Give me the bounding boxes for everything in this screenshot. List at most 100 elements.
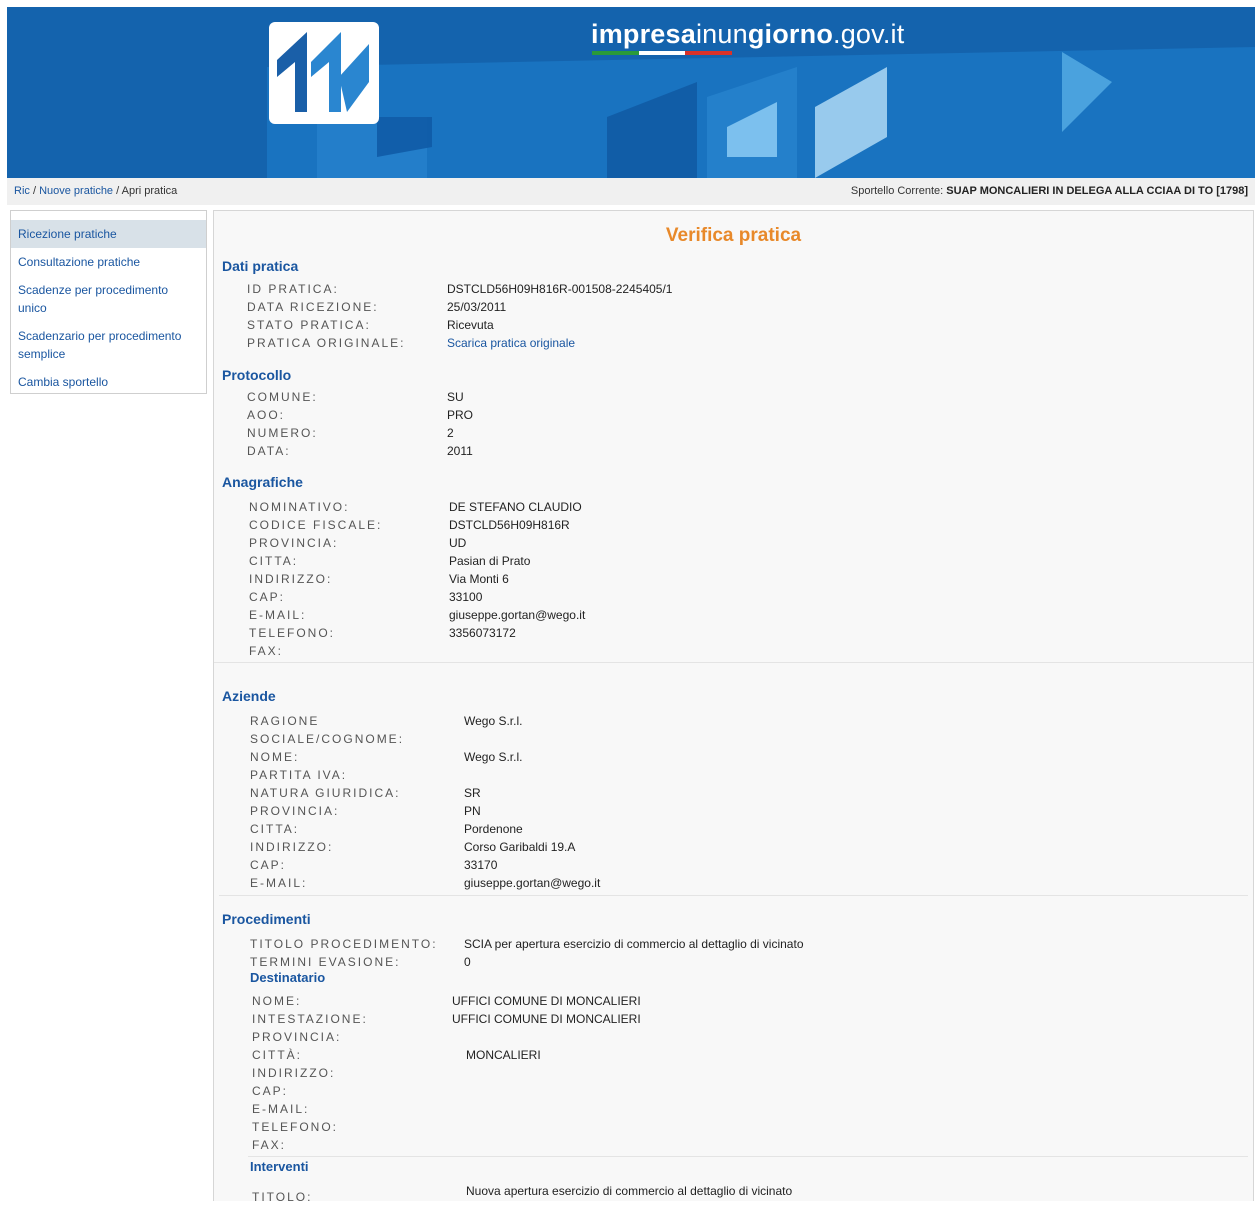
logo bbox=[269, 22, 379, 124]
section-aziende-heading: Aziende bbox=[222, 688, 276, 704]
field-label: CAP: bbox=[250, 858, 287, 872]
field-value: 33170 bbox=[464, 858, 498, 872]
field-label: E-MAIL: bbox=[250, 876, 308, 890]
sportello-corrente: Sportello Corrente: SUAP MONCALIERI IN D… bbox=[851, 178, 1248, 205]
field-label: COMUNE: bbox=[247, 390, 318, 404]
field-value: DSTCLD56H09H816R bbox=[449, 518, 570, 532]
field-label: AOO: bbox=[247, 408, 286, 422]
scarica-pratica-originale-link[interactable]: Scarica pratica originale bbox=[447, 336, 575, 350]
field-value: 2011 bbox=[447, 444, 473, 458]
sportello-label: Sportello Corrente: bbox=[850, 185, 947, 197]
field-value: UD bbox=[449, 536, 467, 550]
field-label: CITTA: bbox=[249, 554, 299, 568]
field-label: INDIRIZZO: bbox=[249, 572, 333, 586]
breadcrumb-ric[interactable]: Ric bbox=[14, 185, 30, 197]
field-label: INTESTAZIONE: bbox=[252, 1012, 368, 1026]
field-label: CAP: bbox=[252, 1084, 289, 1098]
sidebar-item-consultazione-pratiche[interactable]: Consultazione pratiche bbox=[11, 248, 206, 276]
breadcrumb-nuove-pratiche[interactable]: Nuove pratiche bbox=[39, 185, 113, 197]
field-label: E-MAIL: bbox=[249, 608, 307, 622]
sub-bar: Ric / Nuove pratiche / Apri pratica Spor… bbox=[7, 178, 1255, 205]
field-value: Pordenone bbox=[464, 822, 523, 836]
field-label: SOCIALE/COGNOME: bbox=[250, 732, 405, 746]
divider bbox=[214, 662, 1253, 663]
field-label: DATA: bbox=[247, 444, 291, 458]
field-value: PN bbox=[464, 804, 481, 818]
field-label: PROVINCIA: bbox=[250, 804, 340, 818]
subsection-interventi-heading: Interventi bbox=[250, 1159, 309, 1174]
field-value: Ricevuta bbox=[447, 318, 494, 332]
field-value: Corso Garibaldi 19.A bbox=[464, 840, 576, 854]
breadcrumb-current: Apri pratica bbox=[121, 185, 178, 197]
breadcrumb-separator: / bbox=[29, 185, 40, 197]
field-value: 2 bbox=[447, 426, 454, 440]
section-anagrafiche-heading: Anagrafiche bbox=[222, 474, 303, 490]
field-value: DSTCLD56H09H816R-001508-2245405/1 bbox=[447, 282, 673, 296]
field-value: 3356073172 bbox=[449, 626, 516, 640]
page-title: Verifica pratica bbox=[665, 225, 802, 246]
field-label: RAGIONE bbox=[250, 714, 320, 728]
sidebar-item-scadenzario-procedimento-semplice[interactable]: Scadenzario per procedimento semplice bbox=[11, 322, 206, 368]
field-label: INDIRIZZO: bbox=[252, 1066, 336, 1080]
section-protocollo-heading: Protocollo bbox=[222, 367, 292, 383]
field-label: TITOLO: bbox=[252, 1190, 313, 1204]
field-value: SR bbox=[464, 786, 481, 800]
field-value: PRO bbox=[447, 408, 474, 422]
field-value: Nuova apertura esercizio di commercio al… bbox=[466, 1184, 793, 1198]
field-value: Wego S.r.l. bbox=[464, 714, 523, 728]
field-label: E-MAIL: bbox=[252, 1102, 310, 1116]
header-banner: impresainungiorno.gov.it bbox=[7, 7, 1255, 178]
field-label: TERMINI EVASIONE: bbox=[250, 955, 401, 969]
field-label: TITOLO PROCEDIMENTO: bbox=[250, 937, 438, 951]
field-label: FAX: bbox=[252, 1138, 287, 1152]
main-panel: Verifica pratica Dati pratica ID PRATICA… bbox=[213, 210, 1254, 1204]
field-label: PROVINCIA: bbox=[249, 536, 339, 550]
field-value: giuseppe.gortan@wego.it bbox=[464, 876, 601, 890]
field-label: TELEFONO: bbox=[252, 1120, 339, 1134]
section-dati-pratica-heading: Dati pratica bbox=[222, 258, 299, 274]
field-label: NOME: bbox=[250, 750, 300, 764]
field-label: ID PRATICA: bbox=[247, 282, 339, 296]
field-value: Wego S.r.l. bbox=[464, 750, 523, 764]
sidebar-item-cambia-sportello[interactable]: Cambia sportello bbox=[11, 368, 206, 396]
field-value: 0 bbox=[464, 955, 471, 969]
field-value: 33100 bbox=[449, 590, 483, 604]
subsection-destinatario-heading: Destinatario bbox=[250, 970, 326, 985]
breadcrumb: Ric / Nuove pratiche / Apri pratica bbox=[14, 178, 177, 205]
field-value: Pasian di Prato bbox=[449, 554, 531, 568]
site-name: impresainungiorno.gov.it bbox=[591, 19, 905, 49]
sidebar-item-ricezione-pratiche[interactable]: Ricezione pratiche bbox=[11, 220, 206, 248]
field-label: DATA RICEZIONE: bbox=[247, 300, 379, 314]
field-label: NATURA GIURIDICA: bbox=[250, 786, 401, 800]
field-label: INDIRIZZO: bbox=[250, 840, 334, 854]
divider bbox=[219, 895, 1248, 896]
field-value: SU bbox=[447, 390, 464, 404]
logo-mark-icon bbox=[277, 32, 369, 112]
field-label: NUMERO: bbox=[247, 426, 318, 440]
field-label: NOME: bbox=[252, 994, 302, 1008]
field-value: DE STEFANO CLAUDIO bbox=[449, 500, 582, 514]
field-value: 25/03/2011 bbox=[447, 300, 507, 314]
field-value: UFFICI COMUNE DI MONCALIERI bbox=[452, 1012, 641, 1026]
field-label: NOMINATIVO: bbox=[249, 500, 350, 514]
field-label: STATO PRATICA: bbox=[247, 318, 371, 332]
field-value: SCIA per apertura esercizio di commercio… bbox=[464, 937, 804, 951]
divider bbox=[248, 1156, 1248, 1157]
field-label: CITTA: bbox=[250, 822, 300, 836]
field-value: UFFICI COMUNE DI MONCALIERI bbox=[452, 994, 641, 1008]
sidebar: Ricezione pratiche Consultazione pratich… bbox=[10, 210, 207, 394]
field-label: CODICE FISCALE: bbox=[249, 518, 383, 532]
field-label: TELEFONO: bbox=[249, 626, 336, 640]
sportello-value: SUAP MONCALIERI IN DELEGA ALLA CCIAA DI … bbox=[946, 185, 1248, 197]
section-procedimenti-heading: Procedimenti bbox=[222, 911, 311, 927]
breadcrumb-separator: / bbox=[113, 185, 122, 197]
italian-flag-stripe bbox=[592, 51, 732, 55]
field-label: PROVINCIA: bbox=[252, 1030, 342, 1044]
field-label: CAP: bbox=[249, 590, 286, 604]
field-label: CITTÀ: bbox=[252, 1048, 302, 1062]
field-label: PARTITA IVA: bbox=[250, 768, 348, 782]
field-value: Via Monti 6 bbox=[449, 572, 509, 586]
sidebar-item-scadenze-procedimento-unico[interactable]: Scadenze per procedimento unico bbox=[11, 276, 206, 322]
field-value: giuseppe.gortan@wego.it bbox=[449, 608, 586, 622]
field-label: PRATICA ORIGINALE: bbox=[247, 336, 406, 350]
